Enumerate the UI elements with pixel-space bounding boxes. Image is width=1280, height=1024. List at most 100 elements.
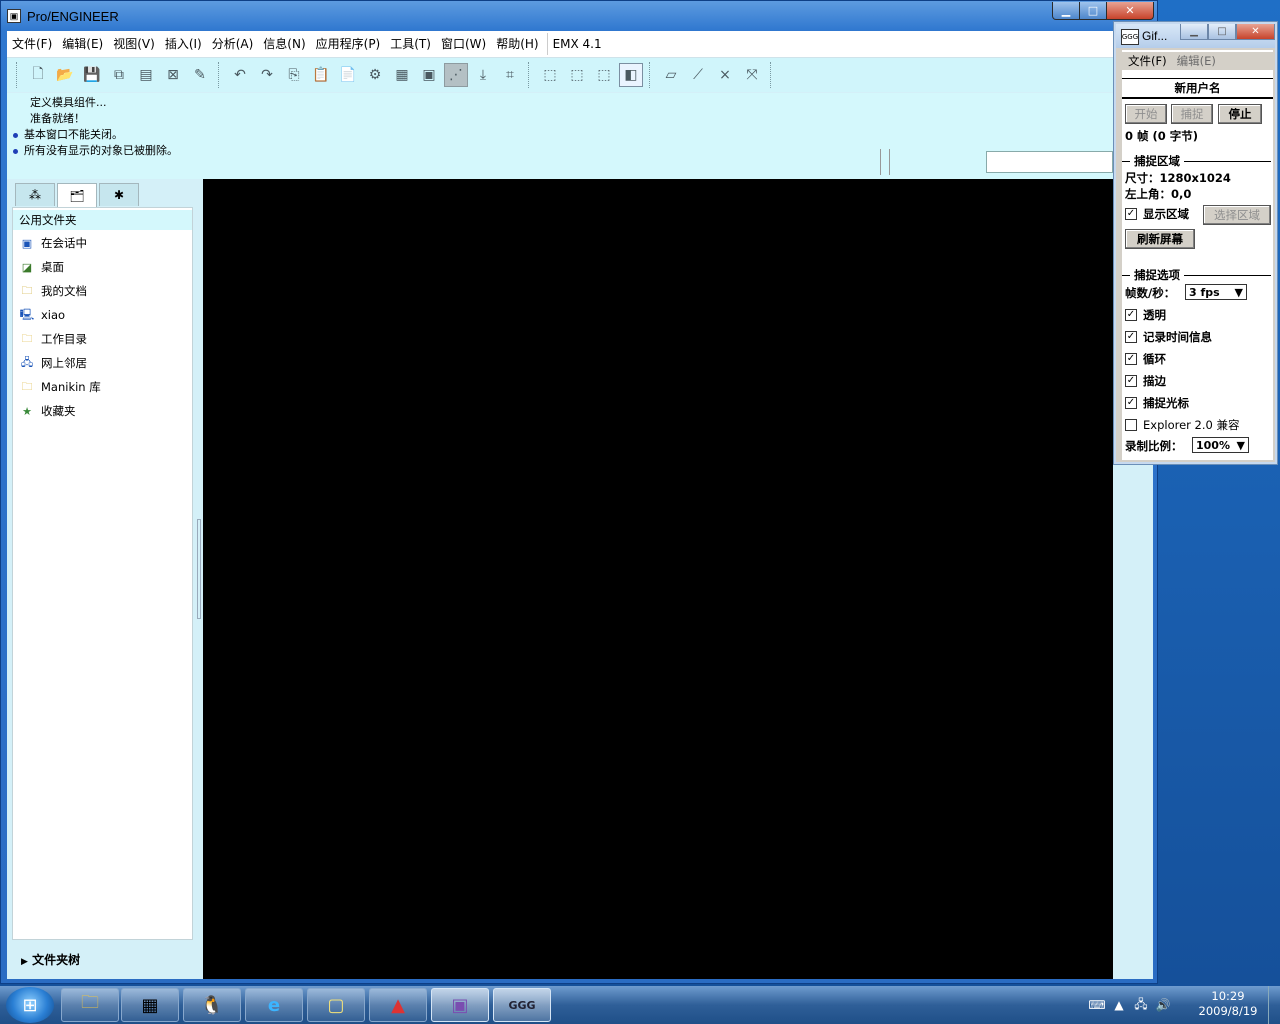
- spin-center-icon[interactable]: ⋰: [444, 63, 468, 87]
- menu-file[interactable]: 文件(F): [7, 33, 57, 55]
- menu-edit[interactable]: 编辑(E): [57, 33, 108, 55]
- gif-maximize-button[interactable]: □: [1208, 24, 1236, 40]
- wireframe-icon[interactable]: ⬚: [538, 63, 562, 87]
- datum-point-icon[interactable]: ×: [713, 63, 737, 87]
- paste-icon[interactable]: 📋: [309, 63, 333, 87]
- taskbar-file-explorer[interactable]: 🗀: [61, 988, 119, 1022]
- gif-minimize-button[interactable]: ▁: [1180, 24, 1208, 40]
- menu-help[interactable]: 帮助(H): [491, 33, 543, 55]
- folder-tree-toggle[interactable]: ▶ 文件夹树: [21, 951, 80, 968]
- border-checkbox[interactable]: ✓ 描边: [1125, 371, 1166, 391]
- copy-icon[interactable]: ⎘: [282, 63, 306, 87]
- orient-icon[interactable]: ⤓: [471, 63, 495, 87]
- window-icon[interactable]: ▣: [417, 63, 441, 87]
- paste-special-icon[interactable]: 📄: [336, 63, 360, 87]
- open-file-icon[interactable]: 📂: [53, 63, 77, 87]
- menu-bar: 文件(F) 编辑(E) 视图(V) 插入(I) 分析(A) 信息(N) 应用程序…: [7, 31, 1113, 58]
- menu-applications[interactable]: 应用程序(P): [311, 33, 386, 55]
- model-tree-tab[interactable]: ⁂: [15, 183, 55, 206]
- taskbar-autocad[interactable]: ▲: [369, 988, 427, 1022]
- save-icon[interactable]: 💾: [80, 63, 104, 87]
- datum-plane-icon[interactable]: ▱: [659, 63, 683, 87]
- taskbar-notes[interactable]: ▢: [307, 988, 365, 1022]
- no-hidden-icon[interactable]: ⬚: [592, 63, 616, 87]
- model-tree-icon[interactable]: ▦: [390, 63, 414, 87]
- record-time-checkbox[interactable]: ✓ 记录时间信息: [1125, 327, 1212, 347]
- edit-icon[interactable]: ✎: [188, 63, 212, 87]
- folder-item-manikin[interactable]: 🗀 Manikin 库: [19, 376, 101, 398]
- scale-label: 录制比例：: [1125, 439, 1183, 453]
- redo-icon[interactable]: ↷: [255, 63, 279, 87]
- gif-close-button[interactable]: ✕: [1236, 24, 1275, 40]
- taskbar-internet-explorer[interactable]: e: [245, 988, 303, 1022]
- stop-button[interactable]: 停止: [1218, 104, 1262, 124]
- coordinate-system-icon[interactable]: ⤧: [740, 63, 764, 87]
- loop-checkbox[interactable]: ✓ 循环: [1125, 349, 1166, 369]
- fps-select[interactable]: 3 fps ▼: [1185, 284, 1247, 300]
- close-button[interactable]: ✕: [1106, 2, 1154, 20]
- menu-emx[interactable]: EMX 4.1: [546, 33, 607, 55]
- taskbar-qq[interactable]: 🐧: [183, 988, 241, 1022]
- clock-time: 10:29: [1211, 989, 1245, 1003]
- checkbox-unchecked-icon: [1125, 419, 1137, 431]
- gif-menu-file[interactable]: 文件(F): [1128, 52, 1167, 70]
- clock[interactable]: 10:29 2009/8/19: [1196, 989, 1260, 1019]
- start-button[interactable]: ⊞: [6, 987, 54, 1023]
- gif-title-bar[interactable]: GGG Gif... ▁ □ ✕: [1116, 24, 1275, 48]
- erase-icon[interactable]: ⊠: [161, 63, 185, 87]
- explorer-compat-checkbox[interactable]: Explorer 2.0 兼容: [1125, 415, 1239, 435]
- favorites-tab[interactable]: ✱: [99, 183, 139, 206]
- folder-item-desktop[interactable]: ◪ 桌面: [19, 256, 64, 278]
- menu-info[interactable]: 信息(N): [258, 33, 310, 55]
- maximize-button[interactable]: □: [1079, 2, 1107, 20]
- folder-item-network[interactable]: 🖧 网上邻居: [19, 352, 87, 374]
- undo-icon[interactable]: ↶: [228, 63, 252, 87]
- volume-icon[interactable]: 🔊: [1152, 998, 1174, 1012]
- backup-icon[interactable]: ▤: [134, 63, 158, 87]
- menu-window[interactable]: 窗口(W): [436, 33, 491, 55]
- save-copy-icon[interactable]: ⧉: [107, 63, 131, 87]
- toolbar-grip[interactable]: [16, 62, 20, 88]
- show-area-checkbox[interactable]: ✓ 显示区域: [1125, 204, 1189, 224]
- gif-menu-edit[interactable]: 编辑(E): [1177, 52, 1216, 70]
- command-search-input[interactable]: [986, 151, 1113, 173]
- datum-axis-icon[interactable]: ⟋: [686, 63, 710, 87]
- taskbar-proengineer[interactable]: ▣: [431, 988, 489, 1022]
- folder-item-in-session[interactable]: ▣ 在会话中: [19, 232, 87, 254]
- proe-icon: ▣: [451, 994, 469, 1016]
- folder-item-xiao[interactable]: 🖳 xiao: [19, 304, 65, 326]
- graphics-window[interactable]: [203, 179, 1113, 979]
- folder-item-working-directory[interactable]: 🗀 工作目录: [19, 328, 88, 350]
- menu-tools[interactable]: 工具(T): [385, 33, 436, 55]
- fps-label: 帧数/秒：: [1125, 286, 1176, 300]
- start-button[interactable]: 开始: [1125, 104, 1167, 124]
- transparent-checkbox[interactable]: ✓ 透明: [1125, 305, 1166, 325]
- message-splitter[interactable]: [880, 149, 890, 175]
- shading-icon[interactable]: ◧: [619, 63, 643, 87]
- scale-select[interactable]: 100% ▼: [1192, 437, 1249, 453]
- proe-title-bar[interactable]: ▣ Pro/ENGINEER: [7, 5, 1047, 27]
- menu-analysis[interactable]: 分析(A): [207, 33, 259, 55]
- menu-view[interactable]: 视图(V): [108, 33, 160, 55]
- keyboard-icon[interactable]: ⌨: [1086, 998, 1108, 1012]
- menu-insert[interactable]: 插入(I): [160, 33, 207, 55]
- gif-recorder-icon: GGG: [508, 998, 536, 1012]
- navigator-sash[interactable]: [197, 519, 201, 619]
- capture-cursor-checkbox[interactable]: ✓ 捕捉光标: [1125, 393, 1189, 413]
- folder-item-my-documents[interactable]: 🗀 我的文档: [19, 280, 88, 302]
- show-hidden-icons-icon[interactable]: ▲: [1108, 998, 1130, 1012]
- taskbar-calculator[interactable]: ▦: [121, 988, 179, 1022]
- hidden-line-icon[interactable]: ⬚: [565, 63, 589, 87]
- network-icon[interactable]: 🖧: [1130, 995, 1152, 1016]
- show-desktop-button[interactable]: [1268, 986, 1280, 1024]
- refresh-screen-button[interactable]: 刷新屏幕: [1125, 229, 1195, 249]
- capture-button[interactable]: 捕捉: [1171, 104, 1213, 124]
- taskbar-gif-recorder[interactable]: GGG: [493, 988, 551, 1022]
- folder-browser-tab[interactable]: 🗂: [57, 183, 97, 208]
- new-file-icon[interactable]: 🗋: [26, 63, 50, 87]
- annotation-icon[interactable]: ⌗: [498, 63, 522, 87]
- minimize-button[interactable]: ▁: [1052, 2, 1080, 20]
- folder-item-favorites[interactable]: ★ 收藏夹: [19, 400, 75, 422]
- select-area-button[interactable]: 选择区域: [1203, 205, 1271, 225]
- regenerate-icon[interactable]: ⚙: [363, 63, 387, 87]
